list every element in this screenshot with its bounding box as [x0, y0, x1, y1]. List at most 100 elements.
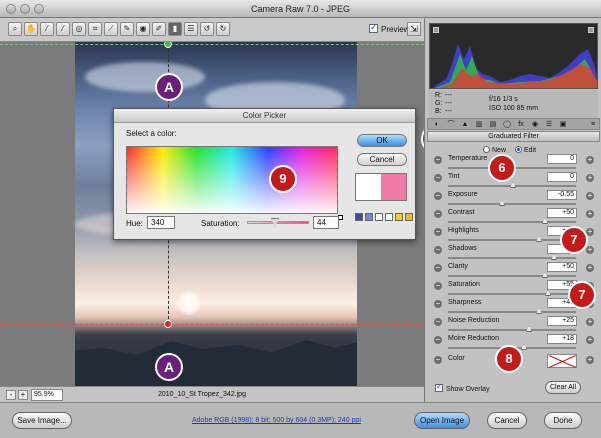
exposure-minus-icon[interactable]: −	[434, 192, 442, 200]
color-minus-icon[interactable]: −	[434, 356, 442, 364]
highlights-slider[interactable]	[448, 236, 576, 242]
tab-presets-icon[interactable]: ☰	[544, 120, 554, 129]
close-window-button[interactable]	[6, 4, 16, 14]
tab-snapshots-icon[interactable]: ▣	[558, 120, 568, 129]
shadow-clipping-icon[interactable]	[433, 27, 439, 33]
tab-camera-calibration-icon[interactable]: ◉	[530, 120, 540, 129]
sharpness-slider[interactable]	[448, 308, 576, 314]
highlight-clipping-icon[interactable]	[588, 27, 594, 33]
contrast-slider[interactable]	[448, 218, 576, 224]
color-plus-icon[interactable]: +	[586, 356, 594, 364]
dialog-cancel-button[interactable]: Cancel	[357, 153, 407, 166]
swatch-2[interactable]	[365, 213, 373, 221]
noise-reduction-slider[interactable]	[448, 326, 576, 332]
open-image-button[interactable]: Open Image	[414, 412, 470, 429]
cancel-button[interactable]: Cancel	[487, 412, 527, 429]
done-button[interactable]: Done	[544, 412, 582, 429]
temperature-minus-icon[interactable]: −	[434, 156, 442, 164]
show-overlay-checkbox[interactable]: Show Overlay	[435, 382, 490, 393]
saturation-minus-icon[interactable]: −	[434, 282, 442, 290]
exposure-thumb[interactable]	[499, 200, 505, 206]
clear-all-button[interactable]: Clear All	[545, 381, 581, 394]
contrast-thumb[interactable]	[542, 218, 548, 224]
clarity-thumb[interactable]	[542, 272, 548, 278]
temperature-value[interactable]: 0	[547, 154, 577, 164]
tint-thumb[interactable]	[510, 182, 516, 188]
target-adjust-icon[interactable]: ◎	[72, 22, 86, 36]
clarity-value[interactable]: +50	[547, 262, 577, 272]
contrast-value[interactable]: +50	[547, 208, 577, 218]
white-balance-icon[interactable]: ⁄	[40, 22, 54, 36]
color-swatch[interactable]	[547, 354, 577, 368]
moire-reduction-minus-icon[interactable]: −	[434, 336, 442, 344]
ok-button[interactable]: OK	[357, 134, 407, 147]
zoom-icon[interactable]: ⌕	[8, 22, 22, 36]
tint-plus-icon[interactable]: +	[586, 174, 594, 182]
saturation-input[interactable]: 44	[313, 216, 339, 229]
saturation-slider[interactable]	[247, 218, 309, 227]
moire-reduction-thumb[interactable]	[521, 344, 527, 350]
clarity-minus-icon[interactable]: −	[434, 264, 442, 272]
color-spectrum[interactable]	[126, 146, 343, 220]
clarity-slider[interactable]	[448, 272, 576, 278]
tint-value[interactable]: 0	[547, 172, 577, 182]
spot-removal-icon[interactable]: ✎	[120, 22, 134, 36]
temperature-plus-icon[interactable]: +	[586, 156, 594, 164]
swatch-3[interactable]	[375, 213, 383, 221]
highlights-minus-icon[interactable]: −	[434, 228, 442, 236]
preview-checkbox[interactable]: Preview	[369, 22, 409, 34]
filter-end-pin[interactable]	[164, 320, 172, 328]
panel-menu-icon[interactable]: ≡	[588, 120, 598, 129]
rotate-right-icon[interactable]: ↻	[216, 22, 230, 36]
tab-tone-curve-icon[interactable]: ⌒	[446, 120, 456, 129]
exposure-slider[interactable]	[448, 200, 576, 206]
tab-lens-icon[interactable]: ◯	[502, 120, 512, 129]
straighten-icon[interactable]: ⟋	[104, 22, 118, 36]
workflow-options-link[interactable]: Adobe RGB (1998); 8 bit; 500 by 604 (0.3…	[192, 417, 361, 424]
tab-split-toning-icon[interactable]: ▤	[488, 120, 498, 129]
swatch-1[interactable]	[355, 213, 363, 221]
filter-start-guide[interactable]	[0, 44, 424, 45]
shadows-thumb[interactable]	[551, 254, 557, 260]
hue-input[interactable]: 340	[147, 216, 175, 229]
minimize-window-button[interactable]	[20, 4, 30, 14]
tab-hsl-icon[interactable]: ▥	[474, 120, 484, 129]
panel-saturation-thumb[interactable]	[545, 290, 551, 296]
hand-icon[interactable]: ✋	[24, 22, 38, 36]
noise-reduction-thumb[interactable]	[526, 326, 532, 332]
edit-radio[interactable]: Edit	[515, 146, 536, 154]
zoom-out-button[interactable]: -	[6, 390, 16, 400]
highlights-thumb[interactable]	[536, 236, 542, 242]
adjustment-brush-icon[interactable]: ✐	[152, 22, 166, 36]
red-eye-icon[interactable]: ◉	[136, 22, 150, 36]
moire-reduction-plus-icon[interactable]: +	[586, 336, 594, 344]
sharpness-minus-icon[interactable]: −	[434, 300, 442, 308]
noise-reduction-plus-icon[interactable]: +	[586, 318, 594, 326]
zoom-in-button[interactable]: +	[18, 390, 28, 400]
moire-reduction-value[interactable]: +18	[547, 334, 577, 344]
sharpness-thumb[interactable]	[536, 308, 542, 314]
rotate-left-icon[interactable]: ↺	[200, 22, 214, 36]
noise-reduction-value[interactable]: +25	[547, 316, 577, 326]
swatch-5[interactable]	[395, 213, 403, 221]
graduated-filter-icon[interactable]: ▮	[168, 22, 182, 36]
preferences-icon[interactable]: ☰	[184, 22, 198, 36]
contrast-minus-icon[interactable]: −	[434, 210, 442, 218]
fullscreen-icon[interactable]: ⇲	[407, 22, 421, 36]
contrast-plus-icon[interactable]: +	[586, 210, 594, 218]
tab-basic-icon[interactable]: ◐	[432, 120, 442, 129]
tint-slider[interactable]	[448, 182, 576, 188]
tab-detail-icon[interactable]: ▲	[460, 120, 470, 129]
panel-saturation-slider[interactable]	[448, 290, 576, 296]
swatch-4[interactable]	[385, 213, 393, 221]
zoom-window-button[interactable]	[34, 4, 44, 14]
crop-icon[interactable]: ⌗	[88, 22, 102, 36]
noise-reduction-minus-icon[interactable]: −	[434, 318, 442, 326]
shadows-plus-icon[interactable]: +	[586, 246, 594, 254]
clarity-plus-icon[interactable]: +	[586, 264, 594, 272]
exposure-value[interactable]: -0.55	[547, 190, 577, 200]
color-sampler-icon[interactable]: ⁄	[56, 22, 70, 36]
zoom-level-select[interactable]: 95.9%	[31, 389, 63, 401]
swatch-6[interactable]	[405, 213, 413, 221]
filter-end-guide[interactable]	[0, 324, 424, 325]
